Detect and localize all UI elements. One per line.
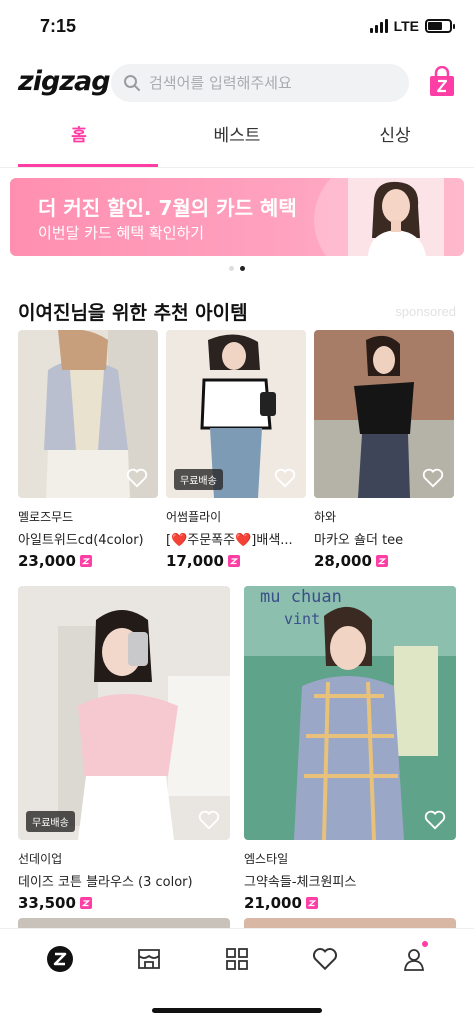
feed-grid: 무료배송 선데이업 데이즈 코튼 블라우스 (3 color) 33,500 m…: [0, 586, 474, 912]
heart-icon[interactable]: [424, 810, 446, 830]
product-image[interactable]: mu chuan vint: [244, 586, 456, 840]
recommend-header: 이여진님을 위한 추천 아이템 sponsored: [0, 290, 474, 330]
free-shipping-badge: 무료배송: [174, 469, 223, 490]
product-price: 17,000: [166, 552, 306, 570]
nav-likes[interactable]: [305, 939, 345, 979]
product-card[interactable]: 무료배송 어썸플라이 [❤️주문폭주❤️]배색... 17,000: [166, 330, 306, 570]
shopping-bag-icon[interactable]: [428, 66, 456, 98]
shop-name[interactable]: 어썸플라이: [166, 508, 306, 525]
store-sign-text: vint: [284, 610, 320, 628]
heart-icon[interactable]: [274, 468, 296, 488]
product-image[interactable]: [314, 330, 454, 498]
status-indicators: LTE: [369, 18, 455, 34]
search-bar[interactable]: [111, 64, 409, 102]
price-value: 17,000: [166, 552, 224, 570]
product-photo: mu chuan vint: [244, 586, 456, 840]
nav-my[interactable]: [394, 939, 434, 979]
banner-title: 더 커진 할인. 7월의 카드 혜택: [38, 196, 297, 220]
nav-store[interactable]: [129, 939, 169, 979]
notification-dot: [421, 940, 428, 947]
zigzag-pay-icon: [375, 555, 388, 567]
nav-category[interactable]: [217, 939, 257, 979]
heart-icon[interactable]: [422, 468, 444, 488]
product-card[interactable]: 하와 마카오 숄더 tee 28,000: [314, 330, 454, 570]
heart-icon[interactable]: [126, 468, 148, 488]
zigzag-pay-icon: [79, 897, 92, 909]
price-value: 21,000: [244, 894, 302, 912]
search-input[interactable]: [149, 74, 389, 92]
search-icon: [124, 75, 140, 91]
pagination-dot-active[interactable]: [240, 266, 245, 271]
signal-icon: [369, 19, 388, 33]
heart-icon[interactable]: [198, 810, 220, 830]
zigzag-logo[interactable]: zigzag: [18, 66, 111, 97]
network-label: LTE: [393, 18, 419, 34]
grid-icon: [226, 947, 248, 970]
tab-home[interactable]: 홈: [0, 114, 158, 167]
pagination-dot[interactable]: [229, 266, 234, 271]
recommend-grid: 멜로즈무드 아일트위드cd(4color) 23,000 무료배송 어썸플라이 …: [0, 330, 474, 570]
shop-name[interactable]: 멜로즈무드: [18, 508, 158, 525]
shop-name[interactable]: 엠스타일: [244, 850, 456, 867]
status-bar: 7:15 LTE: [0, 0, 474, 56]
product-name[interactable]: 그약속들-체크원피스: [244, 871, 456, 890]
tab-best[interactable]: 베스트: [158, 114, 316, 167]
main-tabs: 홈 베스트 신상: [0, 114, 474, 168]
status-time: 7:15: [40, 16, 77, 36]
store-sign-text: mu chuan: [260, 587, 342, 607]
product-photo: [18, 586, 230, 840]
home-indicator[interactable]: [152, 1008, 322, 1013]
product-name[interactable]: 데이즈 코튼 블라우스 (3 color): [18, 871, 230, 890]
product-price: 33,500: [18, 894, 230, 912]
product-card[interactable]: 무료배송 선데이업 데이즈 코튼 블라우스 (3 color) 33,500: [18, 586, 230, 912]
free-shipping-badge: 무료배송: [26, 811, 75, 832]
shop-name[interactable]: 선데이업: [18, 850, 230, 867]
home-z-icon: [47, 945, 74, 972]
price-value: 33,500: [18, 894, 76, 912]
banner-subtitle: 이번달 카드 혜택 확인하기: [38, 224, 205, 242]
bottom-nav: [0, 928, 474, 988]
product-price: 28,000: [314, 552, 454, 570]
nav-home[interactable]: [40, 939, 80, 979]
product-card[interactable]: 멜로즈무드 아일트위드cd(4color) 23,000: [18, 330, 158, 570]
product-image[interactable]: 무료배송: [18, 586, 230, 840]
promo-banner[interactable]: 더 커진 할인. 7월의 카드 혜택 이번달 카드 혜택 확인하기: [10, 178, 464, 256]
product-image[interactable]: [18, 330, 158, 498]
tab-new[interactable]: 신상: [316, 114, 474, 167]
banner-model-image: [348, 178, 444, 256]
product-card[interactable]: mu chuan vint 엠스타일 그약속들-체크원피스 21,000: [244, 586, 456, 912]
banner-pagination: [0, 266, 474, 276]
product-name[interactable]: 아일트위드cd(4color): [18, 529, 158, 548]
product-price: 23,000: [18, 552, 158, 570]
store-icon: [137, 948, 160, 969]
recommend-title: 이여진님을 위한 추천 아이템: [18, 302, 248, 324]
product-name[interactable]: 마카오 숄더 tee: [314, 529, 454, 548]
app-header: zigzag: [0, 56, 474, 114]
battery-icon: [425, 19, 455, 33]
product-price: 21,000: [244, 894, 456, 912]
product-name[interactable]: [❤️주문폭주❤️]배색...: [166, 529, 306, 548]
zigzag-pay-icon: [227, 555, 240, 567]
user-icon: [403, 948, 424, 971]
sponsored-label: sponsored: [395, 304, 456, 319]
zigzag-pay-icon: [79, 555, 92, 567]
shop-name[interactable]: 하와: [314, 508, 454, 525]
price-value: 28,000: [314, 552, 372, 570]
zigzag-pay-icon: [305, 897, 318, 909]
heart-icon: [313, 947, 338, 970]
price-value: 23,000: [18, 552, 76, 570]
product-image[interactable]: 무료배송: [166, 330, 306, 498]
